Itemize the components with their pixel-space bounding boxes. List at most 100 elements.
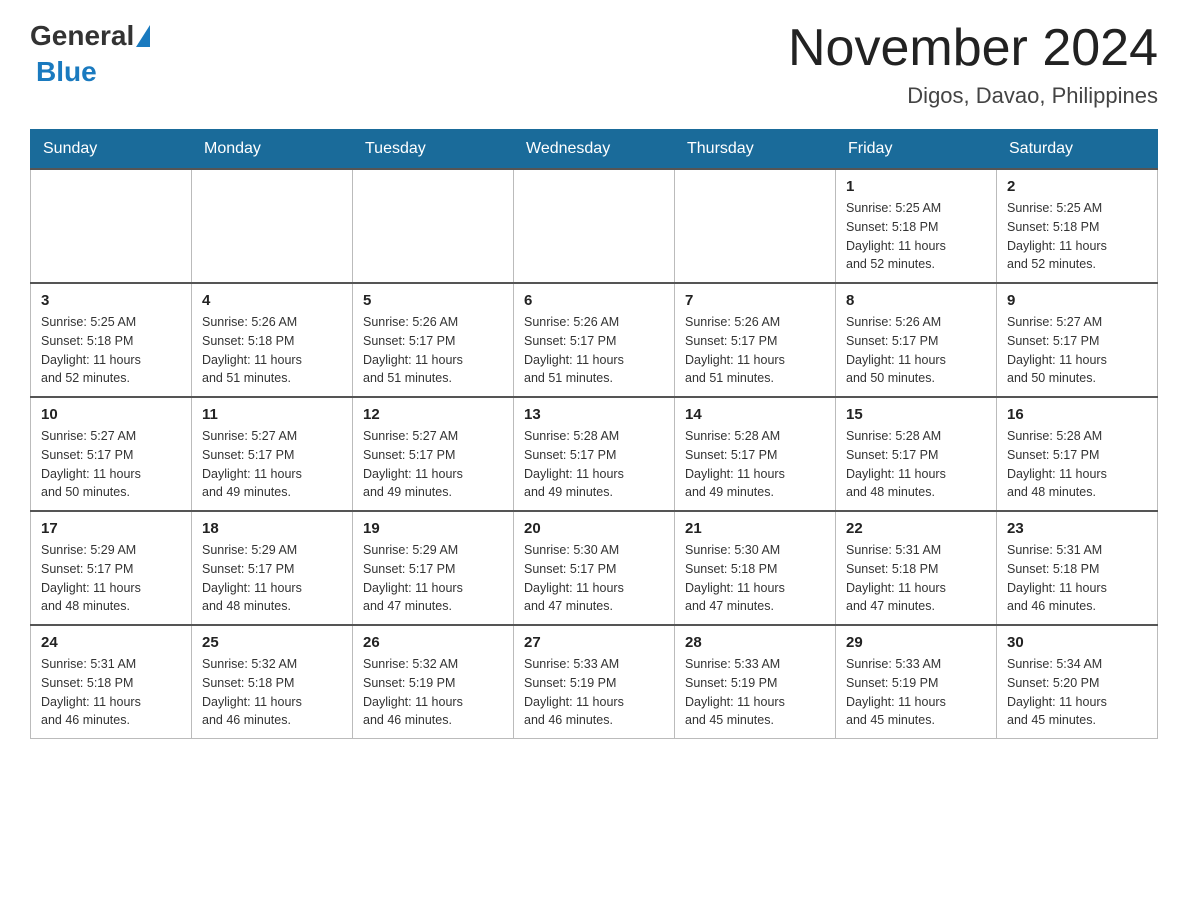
calendar-cell: 27 Sunrise: 5:33 AM Sunset: 5:19 PM Dayli… [514,625,675,739]
day-info: Sunrise: 5:32 AM Sunset: 5:19 PM Dayligh… [363,655,503,730]
day-info: Sunrise: 5:29 AM Sunset: 5:17 PM Dayligh… [41,541,181,616]
day-number: 18 [202,520,342,537]
day-headers-row: SundayMondayTuesdayWednesdayThursdayFrid… [31,130,1158,170]
day-number: 23 [1007,520,1147,537]
day-info: Sunrise: 5:26 AM Sunset: 5:17 PM Dayligh… [524,313,664,388]
day-number: 27 [524,634,664,651]
day-info: Sunrise: 5:27 AM Sunset: 5:17 PM Dayligh… [202,427,342,502]
day-number: 9 [1007,292,1147,309]
title-area: November 2024 Digos, Davao, Philippines [788,20,1158,109]
calendar-cell: 21Sunrise: 5:30 AM Sunset: 5:18 PM Dayli… [675,511,836,625]
day-number: 17 [41,520,181,537]
day-info: Sunrise: 5:31 AM Sunset: 5:18 PM Dayligh… [846,541,986,616]
week-row-1: 1 Sunrise: 5:25 AM Sunset: 5:18 PM Daylig… [31,169,1158,283]
calendar-cell: 9Sunrise: 5:27 AM Sunset: 5:17 PM Daylig… [997,283,1158,397]
day-info: Sunrise: 5:25 AM Sunset: 5:18 PM Dayligh… [1007,199,1147,274]
day-number: 3 [41,292,181,309]
calendar-cell: 13 Sunrise: 5:28 AM Sunset: 5:17 PM Dayli… [514,397,675,511]
week-row-2: 3 Sunrise: 5:25 AM Sunset: 5:18 PM Daylig… [31,283,1158,397]
day-header-tuesday: Tuesday [353,130,514,170]
day-header-saturday: Saturday [997,130,1158,170]
day-info: Sunrise: 5:28 AM Sunset: 5:17 PM Dayligh… [846,427,986,502]
calendar-cell [514,169,675,283]
day-info: Sunrise: 5:26 AM Sunset: 5:17 PM Dayligh… [846,313,986,388]
day-info: Sunrise: 5:27 AM Sunset: 5:17 PM Dayligh… [363,427,503,502]
week-row-5: 24Sunrise: 5:31 AM Sunset: 5:18 PM Dayli… [31,625,1158,739]
day-number: 4 [202,292,342,309]
day-info: Sunrise: 5:26 AM Sunset: 5:18 PM Dayligh… [202,313,342,388]
calendar-cell: 4 Sunrise: 5:26 AM Sunset: 5:18 PM Daylig… [192,283,353,397]
calendar-cell: 16Sunrise: 5:28 AM Sunset: 5:17 PM Dayli… [997,397,1158,511]
page-header: General Blue November 2024 Digos, Davao,… [30,20,1158,109]
logo-blue-text: Blue [36,56,97,88]
day-number: 28 [685,634,825,651]
calendar-cell: 23 Sunrise: 5:31 AM Sunset: 5:18 PM Dayli… [997,511,1158,625]
location-title: Digos, Davao, Philippines [788,83,1158,109]
day-info: Sunrise: 5:28 AM Sunset: 5:17 PM Dayligh… [1007,427,1147,502]
day-number: 8 [846,292,986,309]
day-header-friday: Friday [836,130,997,170]
calendar-cell: 8 Sunrise: 5:26 AM Sunset: 5:17 PM Daylig… [836,283,997,397]
day-header-monday: Monday [192,130,353,170]
calendar-cell [31,169,192,283]
day-number: 22 [846,520,986,537]
month-title: November 2024 [788,20,1158,77]
calendar-cell: 18Sunrise: 5:29 AM Sunset: 5:17 PM Dayli… [192,511,353,625]
week-row-4: 17 Sunrise: 5:29 AM Sunset: 5:17 PM Dayli… [31,511,1158,625]
day-info: Sunrise: 5:31 AM Sunset: 5:18 PM Dayligh… [1007,541,1147,616]
day-info: Sunrise: 5:33 AM Sunset: 5:19 PM Dayligh… [685,655,825,730]
calendar-cell: 22 Sunrise: 5:31 AM Sunset: 5:18 PM Dayli… [836,511,997,625]
day-number: 1 [846,178,986,195]
calendar-cell: 24Sunrise: 5:31 AM Sunset: 5:18 PM Dayli… [31,625,192,739]
day-number: 10 [41,406,181,423]
day-number: 12 [363,406,503,423]
day-info: Sunrise: 5:25 AM Sunset: 5:18 PM Dayligh… [41,313,181,388]
day-info: Sunrise: 5:29 AM Sunset: 5:17 PM Dayligh… [363,541,503,616]
calendar-cell: 30 Sunrise: 5:34 AM Sunset: 5:20 PM Dayli… [997,625,1158,739]
calendar-cell: 25Sunrise: 5:32 AM Sunset: 5:18 PM Dayli… [192,625,353,739]
day-number: 30 [1007,634,1147,651]
day-number: 15 [846,406,986,423]
day-info: Sunrise: 5:30 AM Sunset: 5:17 PM Dayligh… [524,541,664,616]
day-number: 19 [363,520,503,537]
day-number: 24 [41,634,181,651]
day-number: 13 [524,406,664,423]
calendar-cell: 15 Sunrise: 5:28 AM Sunset: 5:17 PM Dayli… [836,397,997,511]
calendar-cell: 20Sunrise: 5:30 AM Sunset: 5:17 PM Dayli… [514,511,675,625]
day-info: Sunrise: 5:25 AM Sunset: 5:18 PM Dayligh… [846,199,986,274]
day-number: 5 [363,292,503,309]
calendar-cell [675,169,836,283]
calendar-cell: 2 Sunrise: 5:25 AM Sunset: 5:18 PM Daylig… [997,169,1158,283]
day-number: 11 [202,406,342,423]
calendar-cell [192,169,353,283]
day-header-thursday: Thursday [675,130,836,170]
calendar-cell: 1 Sunrise: 5:25 AM Sunset: 5:18 PM Daylig… [836,169,997,283]
day-number: 29 [846,634,986,651]
logo-general-text: General [30,20,134,52]
calendar-cell: 28 Sunrise: 5:33 AM Sunset: 5:19 PM Dayli… [675,625,836,739]
day-number: 2 [1007,178,1147,195]
calendar-cell: 10 Sunrise: 5:27 AM Sunset: 5:17 PM Dayli… [31,397,192,511]
day-number: 14 [685,406,825,423]
day-info: Sunrise: 5:27 AM Sunset: 5:17 PM Dayligh… [41,427,181,502]
calendar-cell: 11 Sunrise: 5:27 AM Sunset: 5:17 PM Dayli… [192,397,353,511]
day-number: 6 [524,292,664,309]
calendar-cell: 26 Sunrise: 5:32 AM Sunset: 5:19 PM Dayli… [353,625,514,739]
logo: General Blue [30,20,152,88]
day-info: Sunrise: 5:26 AM Sunset: 5:17 PM Dayligh… [363,313,503,388]
calendar-cell: 5 Sunrise: 5:26 AM Sunset: 5:17 PM Daylig… [353,283,514,397]
calendar-cell: 14Sunrise: 5:28 AM Sunset: 5:17 PM Dayli… [675,397,836,511]
day-number: 7 [685,292,825,309]
day-info: Sunrise: 5:33 AM Sunset: 5:19 PM Dayligh… [524,655,664,730]
day-number: 26 [363,634,503,651]
day-number: 25 [202,634,342,651]
logo-triangle-icon [136,25,150,47]
calendar-table: SundayMondayTuesdayWednesdayThursdayFrid… [30,129,1158,739]
day-number: 21 [685,520,825,537]
calendar-cell: 12 Sunrise: 5:27 AM Sunset: 5:17 PM Dayli… [353,397,514,511]
day-info: Sunrise: 5:34 AM Sunset: 5:20 PM Dayligh… [1007,655,1147,730]
calendar-cell: 3 Sunrise: 5:25 AM Sunset: 5:18 PM Daylig… [31,283,192,397]
day-info: Sunrise: 5:33 AM Sunset: 5:19 PM Dayligh… [846,655,986,730]
day-info: Sunrise: 5:28 AM Sunset: 5:17 PM Dayligh… [524,427,664,502]
week-row-3: 10 Sunrise: 5:27 AM Sunset: 5:17 PM Dayli… [31,397,1158,511]
